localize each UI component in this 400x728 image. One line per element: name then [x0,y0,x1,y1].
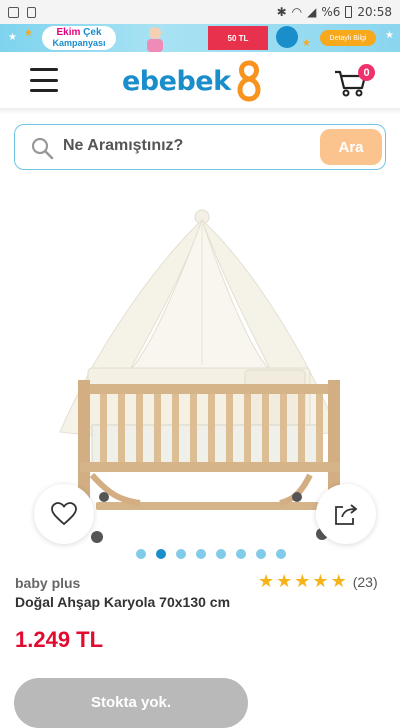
battery-level: %6 [321,5,341,19]
star-icon: ★ [8,32,17,43]
hamburger-menu-icon[interactable] [30,68,58,92]
rating-count: (23) [352,574,378,590]
image-carousel-dots [136,549,286,559]
sim-card-icon [27,6,36,18]
signal-icon: ◢ [307,5,317,19]
cart-count-badge: 0 [358,64,375,81]
carousel-dot[interactable] [256,549,266,559]
carousel-dot[interactable] [276,549,286,559]
search-bar: Ara [14,124,386,170]
carousel-dot[interactable] [156,549,166,559]
share-icon [335,504,358,525]
battery-icon [345,6,353,18]
carousel-dot[interactable] [236,549,246,559]
star-icon: ★ [276,571,293,592]
logo-mark-icon [237,60,261,102]
promo-title: Ekim Çek Kampanyası [42,26,116,50]
promo-title-line2: Kampanyası [52,38,106,48]
app-header: ebebek 0 [0,52,400,108]
promo-title-a: Ekim [56,27,81,38]
star-icon: ★ [385,30,394,41]
product-brand[interactable]: baby plus [15,575,80,591]
promo-banner[interactable]: ★ ★ Ekim Çek Kampanyası 50 TL Detaylı Bi… [0,24,400,52]
share-button[interactable] [316,484,376,544]
baby-illustration [147,27,163,52]
product-title: Doğal Ahşap Karyola 70x130 cm [15,594,231,610]
out-of-stock-button[interactable]: Stokta yok. [14,678,248,728]
promo-badge: 50 TL [208,26,268,50]
star-icon: ★ [330,571,347,592]
star-icon: ★ [312,571,329,592]
cart-button[interactable]: 0 [334,64,375,98]
heart-icon [51,502,77,526]
product-rating[interactable]: ★ ★ ★ ★ ★ (23) [258,573,378,591]
gallery-icon [8,6,19,18]
search-input[interactable] [63,137,293,155]
logo-text: ebebek [122,65,231,97]
carousel-dot[interactable] [196,549,206,559]
bluetooth-icon: ✱ [276,5,287,19]
status-bar: ✱ ◠ ◢ %6 20:58 [0,0,400,24]
star-icon: ★ [24,28,33,39]
star-icon: ★ [294,571,311,592]
star-icon: ★ [302,38,311,49]
carousel-dot[interactable] [216,549,226,559]
wifi-icon: ◠ [291,5,303,19]
clock: 20:58 [357,5,392,19]
star-icon: ★ [258,571,275,592]
promo-date-circle [276,26,298,48]
promo-detail-button[interactable]: Detaylı Bilgi [320,30,376,46]
promo-title-b: Çek [83,27,102,38]
search-button[interactable]: Ara [320,129,382,165]
favorite-button[interactable] [34,484,94,544]
header-divider [0,108,400,114]
search-icon [31,137,54,160]
product-price: 1.249 TL [15,627,104,652]
carousel-dot[interactable] [176,549,186,559]
carousel-dot[interactable] [136,549,146,559]
ebebek-logo[interactable]: ebebek [122,60,265,102]
